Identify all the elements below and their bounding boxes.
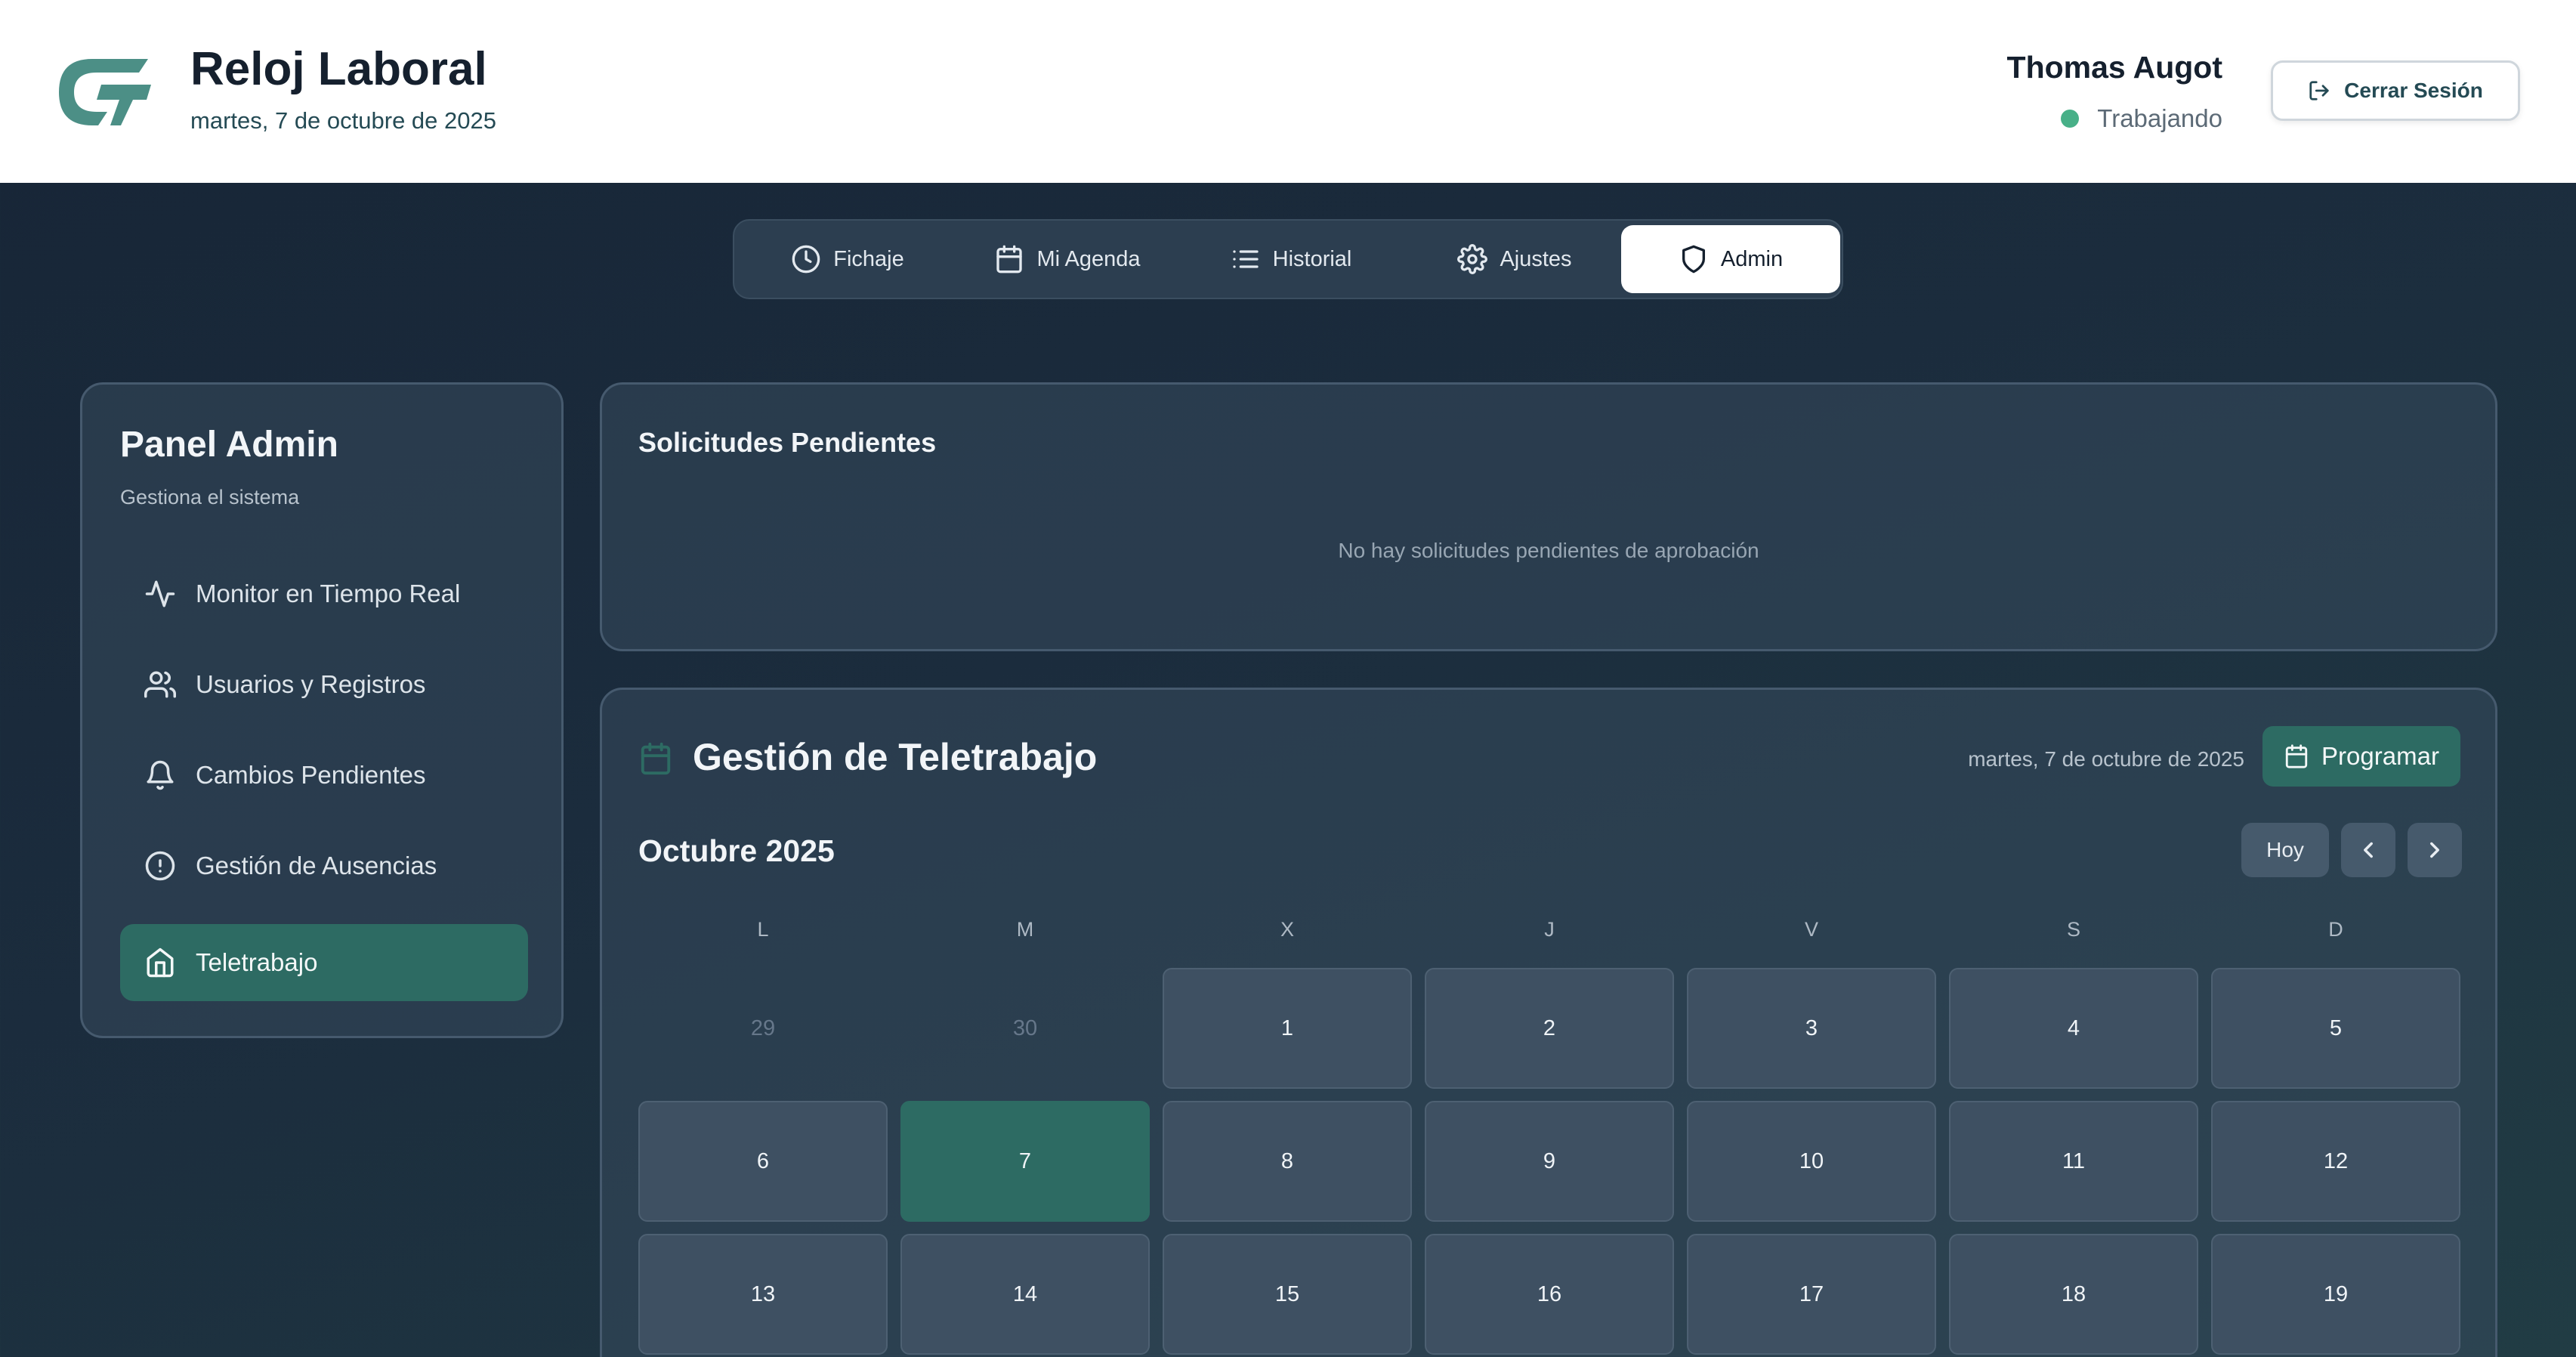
calendar-day[interactable]: 17 bbox=[1687, 1234, 1936, 1355]
program-label: Programar bbox=[2321, 742, 2439, 770]
today-button[interactable]: Hoy bbox=[2241, 823, 2329, 877]
calendar-day-outside: 30 bbox=[1012, 1015, 1038, 1040]
calendar-day[interactable]: 15 bbox=[1163, 1234, 1412, 1355]
pending-requests-panel: Solicitudes Pendientes No hay solicitude… bbox=[600, 382, 2497, 651]
header-date: martes, 7 de octubre de 2025 bbox=[190, 107, 496, 134]
activity-icon bbox=[144, 578, 176, 610]
telework-title: Gestión de Teletrabajo bbox=[693, 736, 1098, 778]
bell-icon bbox=[144, 759, 176, 791]
weekday-label: M bbox=[1016, 918, 1034, 941]
calendar-day-outside: 29 bbox=[750, 1015, 776, 1040]
calendar-day[interactable]: 13 bbox=[638, 1234, 888, 1355]
sidebar-subtitle: Gestiona el sistema bbox=[120, 486, 300, 508]
status-dot-icon bbox=[2061, 110, 2080, 128]
weekday-label: D bbox=[2328, 918, 2343, 941]
sidebar-item-label: Usuarios y Registros bbox=[196, 670, 426, 698]
users-icon bbox=[144, 669, 176, 700]
calendar-day[interactable]: 5 bbox=[2211, 968, 2460, 1089]
gear-icon bbox=[1457, 244, 1488, 274]
tab-historial[interactable]: Historial bbox=[1181, 225, 1401, 293]
calendar-day[interactable]: 2 bbox=[1425, 968, 1674, 1089]
tab-label: Ajustes bbox=[1500, 246, 1572, 271]
tab-admin[interactable]: Admin bbox=[1621, 225, 1840, 293]
calendar-day[interactable]: 18 bbox=[1949, 1234, 2198, 1355]
weekday-label: X bbox=[1280, 918, 1294, 941]
tab-label: Mi Agenda bbox=[1036, 246, 1141, 271]
requests-empty-message: No hay solicitudes pendientes de aprobac… bbox=[1338, 539, 1759, 562]
calendar-month-label: Octubre 2025 bbox=[638, 833, 835, 868]
sidebar-item-ausencias[interactable]: Gestión de Ausencias bbox=[120, 827, 528, 904]
user-status-label: Trabajando bbox=[2097, 104, 2222, 132]
calendar-day[interactable]: 6 bbox=[638, 1101, 888, 1222]
app-header: Reloj Laboral martes, 7 de octubre de 20… bbox=[0, 0, 2576, 183]
next-month-button[interactable] bbox=[2408, 823, 2462, 877]
home-icon bbox=[144, 947, 176, 978]
sidebar-title: Panel Admin bbox=[120, 425, 338, 465]
chevron-left-icon bbox=[2355, 837, 2381, 863]
calendar-day[interactable]: 9 bbox=[1425, 1101, 1674, 1222]
calendar-day[interactable]: 1 bbox=[1163, 968, 1412, 1089]
calendar-icon bbox=[638, 741, 673, 776]
logout-label: Cerrar Sesión bbox=[2344, 79, 2483, 102]
shield-icon bbox=[1679, 244, 1709, 274]
requests-title: Solicitudes Pendientes bbox=[638, 427, 937, 458]
logout-icon bbox=[2308, 79, 2330, 102]
calendar-day[interactable]: 11 bbox=[1949, 1101, 2198, 1222]
weekday-label: J bbox=[1544, 918, 1555, 941]
tab-label: Admin bbox=[1720, 246, 1784, 271]
logout-button[interactable]: Cerrar Sesión bbox=[2271, 60, 2520, 121]
prev-month-button[interactable] bbox=[2341, 823, 2395, 877]
telework-panel: Gestión de Teletrabajo martes, 7 de octu… bbox=[600, 688, 2497, 1357]
calendar-day[interactable]: 3 bbox=[1687, 968, 1936, 1089]
chevron-right-icon bbox=[2422, 837, 2448, 863]
sidebar-item-label: Teletrabajo bbox=[196, 948, 318, 976]
sidebar-item-label: Monitor en Tiempo Real bbox=[196, 580, 461, 607]
program-button[interactable]: Programar bbox=[2262, 726, 2460, 787]
tab-fichaje[interactable]: Fichaje bbox=[742, 225, 953, 293]
tab-label: Historial bbox=[1272, 246, 1352, 271]
tab-ajustes[interactable]: Ajustes bbox=[1405, 225, 1624, 293]
calendar-day[interactable]: 14 bbox=[900, 1234, 1150, 1355]
alert-circle-icon bbox=[144, 850, 176, 882]
list-icon bbox=[1231, 244, 1261, 274]
calendar-icon bbox=[2284, 743, 2309, 769]
telework-date: martes, 7 de octubre de 2025 bbox=[1968, 747, 2244, 771]
sidebar-item-monitor[interactable]: Monitor en Tiempo Real bbox=[120, 555, 528, 632]
sidebar-item-usuarios[interactable]: Usuarios y Registros bbox=[120, 646, 528, 723]
admin-sidebar: Panel Admin Gestiona el sistema Monitor … bbox=[80, 382, 564, 1038]
tab-label: Fichaje bbox=[833, 246, 904, 271]
calendar-day[interactable]: 16 bbox=[1425, 1234, 1674, 1355]
sidebar-item-cambios[interactable]: Cambios Pendientes bbox=[120, 737, 528, 814]
app-logo bbox=[57, 57, 153, 127]
weekday-label: S bbox=[2066, 918, 2080, 941]
main-tabs: Fichaje Mi Agenda Historial Ajustes Admi… bbox=[733, 219, 1843, 299]
sidebar-item-label: Gestión de Ausencias bbox=[196, 852, 437, 879]
sidebar-item-label: Cambios Pendientes bbox=[196, 761, 426, 789]
app-title: Reloj Laboral bbox=[190, 43, 487, 95]
weekday-label: L bbox=[757, 918, 769, 941]
calendar-day[interactable]: 10 bbox=[1687, 1101, 1936, 1222]
sidebar-item-teletrabajo[interactable]: Teletrabajo bbox=[120, 924, 528, 1001]
weekday-label: V bbox=[1804, 918, 1818, 941]
tab-mi-agenda[interactable]: Mi Agenda bbox=[958, 225, 1177, 293]
user-name: Thomas Augot bbox=[2006, 50, 2222, 85]
calendar-day[interactable]: 19 bbox=[2211, 1234, 2460, 1355]
user-status: Trabajando bbox=[2061, 104, 2222, 133]
clock-icon bbox=[791, 244, 821, 274]
calendar-day[interactable]: 12 bbox=[2211, 1101, 2460, 1222]
calendar-day[interactable]: 4 bbox=[1949, 968, 2198, 1089]
calendar-icon bbox=[994, 244, 1024, 274]
calendar-day[interactable]: 8 bbox=[1163, 1101, 1412, 1222]
calendar-day-today[interactable]: 7 bbox=[900, 1101, 1150, 1222]
